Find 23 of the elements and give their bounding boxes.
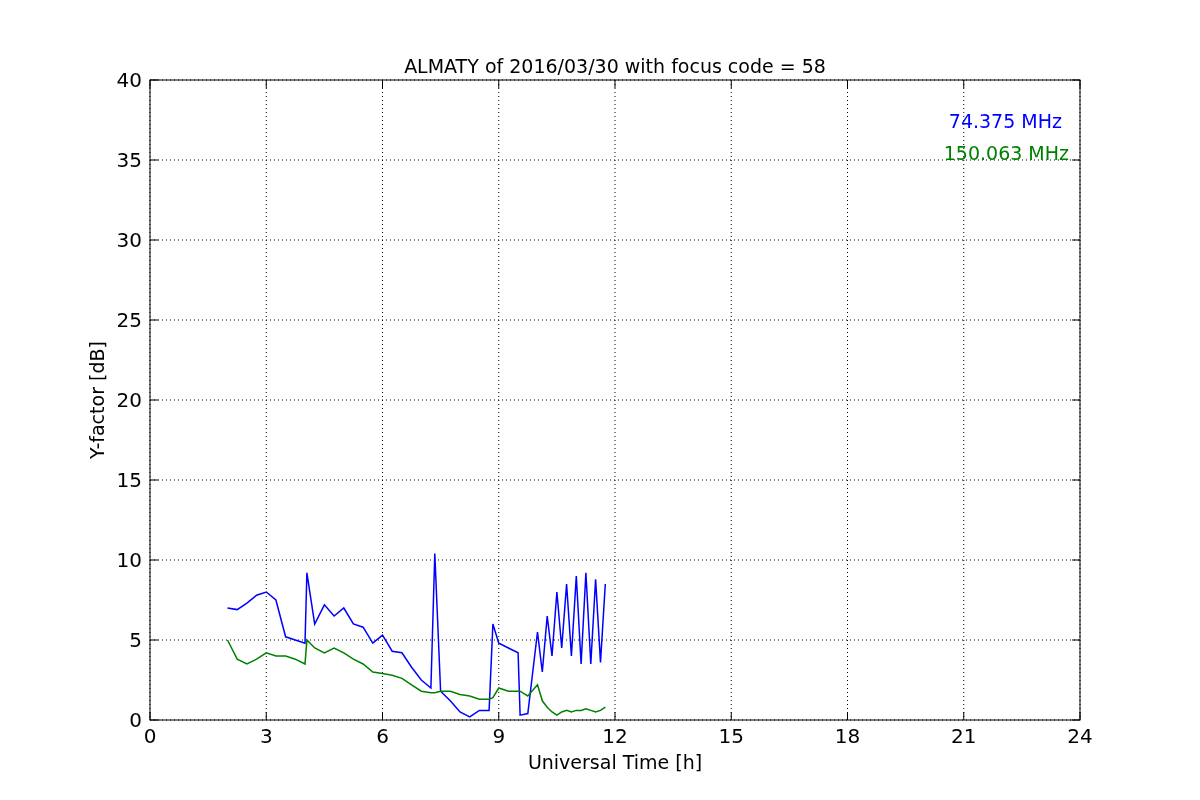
x-tick-label: 21 — [951, 724, 977, 748]
y-tick-label: 35 — [116, 148, 142, 172]
x-tick-label: 12 — [602, 724, 628, 748]
y-tick-label: 20 — [116, 388, 142, 412]
x-tick-label: 6 — [376, 724, 389, 748]
x-tick-label: 24 — [1067, 724, 1093, 748]
x-tick-label: 3 — [259, 724, 273, 748]
x-tick-label: 0 — [143, 724, 157, 748]
y-tick-label: 0 — [129, 708, 142, 732]
chart-title: ALMATY of 2016/03/30 with focus code = 58 — [404, 55, 826, 77]
legend-label: 74.375 MHz — [948, 110, 1062, 132]
y-axis-label: Y-factor [dB] — [86, 341, 108, 459]
x-tick-label: 15 — [718, 724, 744, 748]
y-tick-label: 5 — [129, 628, 142, 652]
legend-label: 150.063 MHz — [943, 142, 1069, 164]
y-tick-label: 15 — [116, 468, 142, 492]
y-tick-label: 10 — [116, 548, 142, 572]
y-tick-label: 30 — [116, 228, 142, 252]
x-tick-label: 18 — [834, 724, 861, 748]
y-tick-label: 40 — [116, 68, 142, 92]
y-tick-label: 25 — [116, 308, 142, 332]
x-axis-label: Universal Time [h] — [527, 751, 703, 773]
x-tick-label: 9 — [492, 724, 506, 748]
